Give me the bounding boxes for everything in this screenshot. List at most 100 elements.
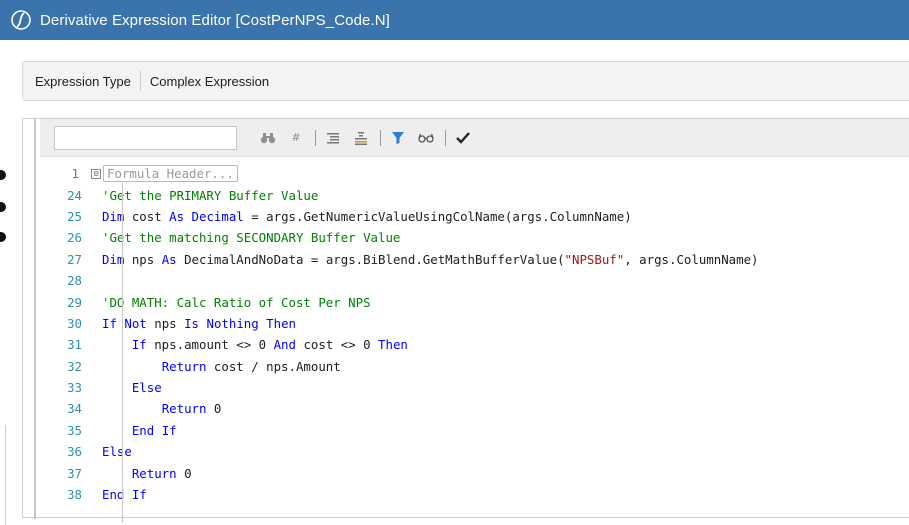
rail-marker[interactable] — [0, 202, 6, 212]
code-token: 'Get the PRIMARY Buffer Value — [102, 187, 319, 203]
code-text: Dim nps As DecimalAndNoData = args.BiBle… — [90, 252, 759, 267]
code-line[interactable]: 35 End If — [40, 420, 909, 441]
code-token: Nothing — [206, 315, 259, 331]
code-line[interactable]: 37 Return 0 — [40, 462, 909, 483]
code-token: Then — [378, 337, 408, 353]
code-line[interactable]: 31 If nps.amount <> 0 And cost <> 0 Then — [40, 334, 909, 355]
code-text: Return cost / nps.Amount — [90, 359, 341, 374]
code-token: DecimalAndNoData = args.BiBlend.GetMathB… — [176, 251, 565, 267]
code-line[interactable]: 1 ⊟ Formula Header... — [40, 163, 909, 184]
code-token: Is — [184, 315, 200, 331]
code-text: End If — [90, 487, 147, 502]
code-text: Dim cost As Decimal = args.GetNumericVal… — [90, 209, 632, 224]
code-text: End If — [90, 423, 177, 438]
gutter-divider — [122, 183, 123, 523]
line-number: 31 — [67, 337, 82, 353]
code-token: = args.GetNumericValueUsingColName(args.… — [243, 208, 632, 224]
code-token: If — [161, 422, 177, 438]
code-token: Decimal — [191, 208, 244, 224]
code-text: 'Get the matching SECONDARY Buffer Value — [90, 230, 400, 245]
rail-marker[interactable] — [0, 170, 6, 180]
code-text: Return 0 — [90, 466, 192, 481]
code-line[interactable]: 32 Return cost / nps.Amount — [40, 356, 909, 377]
editor-left-border — [34, 119, 36, 519]
line-number: 38 — [67, 487, 82, 503]
code-line[interactable]: 24 'Get the PRIMARY Buffer Value — [40, 184, 909, 205]
code-token: cost <> 0 — [295, 337, 379, 353]
code-line[interactable]: 25 Dim cost As Decimal = args.GetNumericV… — [40, 206, 909, 227]
code-token: And — [273, 337, 296, 353]
code-text: If Not nps Is Nothing Then — [90, 316, 296, 331]
toolbar-separator — [445, 129, 446, 146]
title-bar: Derivative Expression Editor [CostPerNPS… — [0, 0, 909, 40]
indent-icon[interactable] — [322, 127, 344, 149]
code-token: Return — [131, 465, 177, 481]
code-token: 0 — [176, 465, 192, 481]
filter-icon[interactable] — [387, 127, 409, 149]
line-number: 33 — [67, 380, 82, 396]
line-number: 1 — [71, 166, 79, 182]
code-line[interactable]: 36 Else — [40, 441, 909, 462]
glasses-icon[interactable] — [415, 127, 437, 149]
line-number: 36 — [67, 444, 82, 460]
code-text: Else — [90, 380, 162, 395]
code-token: Else — [131, 380, 162, 396]
code-line[interactable]: 27 Dim nps As DecimalAndNoData = args.BiB… — [40, 249, 909, 270]
line-number: 28 — [67, 273, 82, 289]
code-token: Not — [124, 315, 147, 331]
code-line[interactable]: 28 — [40, 270, 909, 291]
line-number: 27 — [67, 251, 82, 267]
code-token: Else — [102, 444, 132, 460]
code-token: nps.amount <> 0 — [146, 337, 274, 353]
line-number: 32 — [67, 358, 82, 374]
code-token: 0 — [206, 401, 222, 417]
line-number: 25 — [67, 208, 82, 224]
code-line[interactable]: 30 If Not nps Is Nothing Then — [40, 313, 909, 334]
editor-toolbar: # — [40, 119, 909, 157]
code-line[interactable]: 38 End If — [40, 484, 909, 505]
expression-type-divider — [139, 71, 141, 91]
checkmark-icon[interactable] — [452, 127, 474, 149]
hash-icon[interactable]: # — [285, 127, 307, 149]
code-token: nps — [146, 315, 185, 331]
fold-toggle-icon[interactable]: ⊟ — [91, 168, 101, 179]
window-title: Derivative Expression Editor [CostPerNPS… — [40, 11, 390, 29]
code-line[interactable]: 33 Else — [40, 377, 909, 398]
code-line[interactable]: 26 'Get the matching SECONDARY Buffer Val… — [40, 227, 909, 248]
binoculars-icon[interactable] — [257, 127, 279, 149]
outdent-icon[interactable] — [350, 127, 372, 149]
line-number: 24 — [67, 187, 82, 203]
code-line[interactable]: 29 'DO MATH: Calc Ratio of Cost Per NPS — [40, 291, 909, 312]
code-line[interactable]: 34 Return 0 — [40, 398, 909, 419]
code-token: End — [131, 422, 155, 438]
search-input[interactable] — [54, 125, 237, 150]
code-token: 'DO MATH: Calc Ratio of Cost Per NPS — [102, 294, 371, 310]
collapsed-region[interactable]: Formula Header... — [103, 165, 238, 183]
code-token: Return — [161, 358, 207, 374]
rail-marker[interactable] — [0, 232, 6, 242]
code-token: If — [102, 315, 117, 331]
line-number: 26 — [67, 230, 82, 246]
expression-type-value[interactable]: Complex Expression — [150, 74, 269, 89]
code-token: Return — [161, 401, 207, 417]
line-number: 30 — [67, 315, 82, 331]
code-area[interactable]: 1 ⊟ Formula Header... 24 'Get the PRIMARY… — [40, 163, 909, 523]
code-token: cost / nps.Amount — [206, 358, 341, 374]
expression-type-panel: Expression Type Complex Expression — [22, 61, 909, 101]
line-number: 34 — [67, 401, 82, 417]
code-token: cost — [124, 208, 170, 224]
toolbar-separator — [380, 129, 381, 146]
code-text: Return 0 — [90, 401, 222, 417]
code-token: 'Get the matching SECONDARY Buffer Value — [102, 230, 401, 246]
code-text: 'Get the PRIMARY Buffer Value — [90, 188, 318, 203]
code-token: , args.ColumnName) — [624, 251, 759, 267]
line-number: 29 — [67, 294, 82, 310]
